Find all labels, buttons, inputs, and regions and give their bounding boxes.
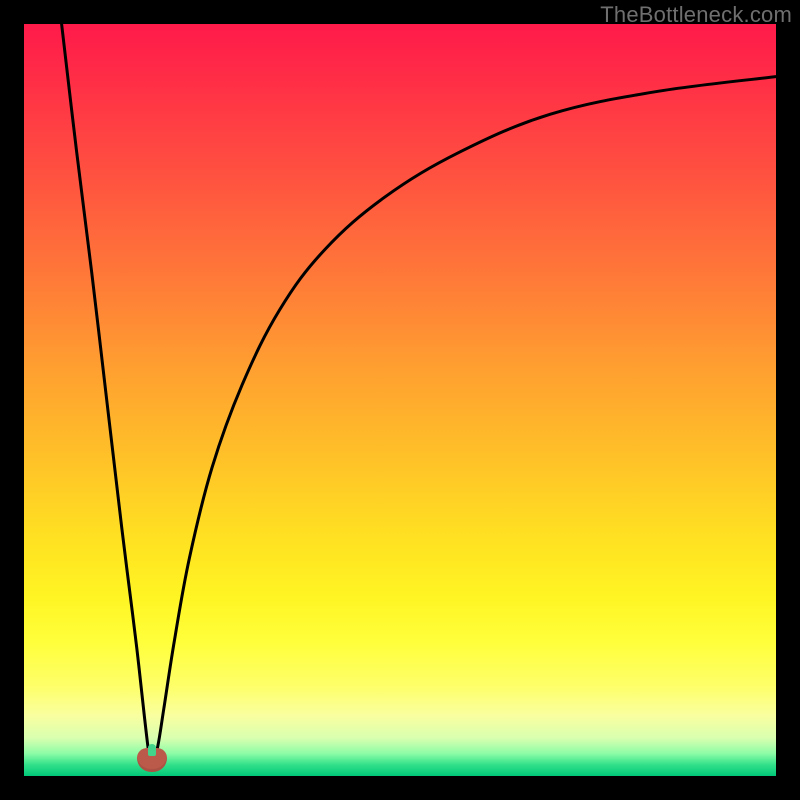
chart-frame: TheBottleneck.com bbox=[0, 0, 800, 800]
plot-area bbox=[24, 24, 776, 776]
curve-left-branch bbox=[62, 24, 152, 768]
curve-right-branch bbox=[152, 77, 776, 769]
bottleneck-curve bbox=[24, 24, 776, 776]
